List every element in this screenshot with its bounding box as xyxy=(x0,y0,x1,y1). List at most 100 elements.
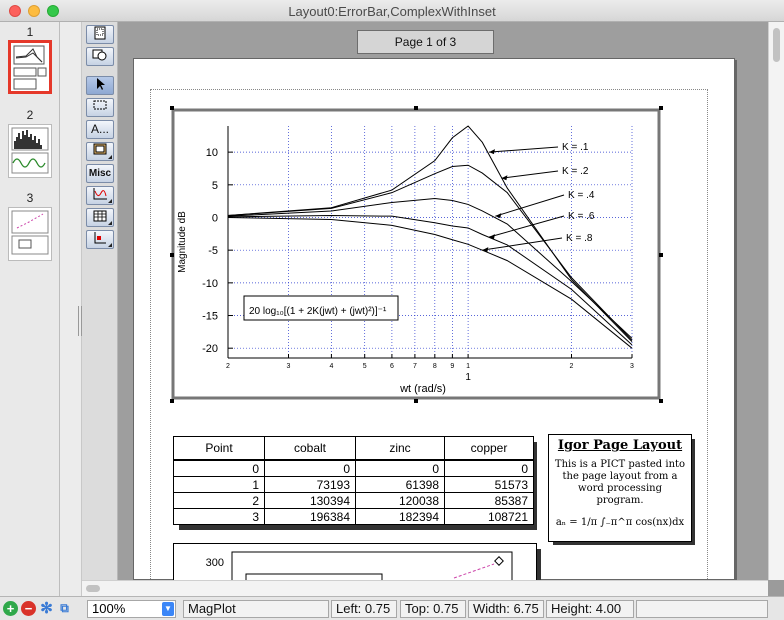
marquee-tool-button[interactable] xyxy=(86,98,114,117)
graph-icon xyxy=(93,188,107,200)
table-cell: 73193 xyxy=(264,476,356,493)
remove-page-button[interactable]: − xyxy=(21,601,36,616)
vertical-scrollbar[interactable] xyxy=(768,22,784,580)
table-cell: 120038 xyxy=(355,492,445,509)
marquee-icon xyxy=(93,100,107,110)
table-cell: 0 xyxy=(355,459,445,477)
horizontal-scroll-thumb[interactable] xyxy=(86,585,100,592)
graph2-y-tick: 300 xyxy=(206,557,224,569)
selection-handle-br[interactable] xyxy=(659,399,663,403)
page-options-icon[interactable]: ⧉ xyxy=(57,601,72,616)
notebox-title: Igor Page Layout xyxy=(557,438,683,453)
axis-tool-button[interactable] xyxy=(86,230,114,249)
table-cell: 61398 xyxy=(355,476,445,493)
x-tick-label: 2 xyxy=(570,363,574,370)
frame-icon xyxy=(93,143,107,155)
series-label: K = .8 xyxy=(566,233,593,244)
page-number-1: 1 xyxy=(26,25,34,39)
table-cell: 1 xyxy=(173,476,265,493)
page-indicator: Page 1 of 3 xyxy=(357,30,494,54)
column-header-point: Point xyxy=(173,436,265,461)
selection-handle-l[interactable] xyxy=(170,253,174,257)
data-table[interactable]: Point cobalt zinc copper 0 0 0 0 1 73193… xyxy=(173,436,535,526)
page-thumbnails-panel: 1 2 3 xyxy=(0,22,60,596)
window-title: Layout0:ErrorBar,ComplexWithInset xyxy=(288,4,496,19)
x-major-label: 1 xyxy=(465,372,471,383)
table-row: 2 130394 120038 85387 xyxy=(173,492,534,509)
y-tick-label: 0 xyxy=(212,212,218,224)
x-tick-label: 4 xyxy=(329,363,333,370)
y-tick-label: 5 xyxy=(212,180,218,192)
table-row: 3 196384 182394 108721 xyxy=(173,508,534,525)
pict-notebox[interactable]: Igor Page Layout This is a PICT pasted i… xyxy=(548,434,692,542)
selection-handle-r[interactable] xyxy=(659,253,663,257)
series-label: K = .4 xyxy=(568,190,595,201)
table-tool-button[interactable] xyxy=(86,208,114,227)
column-header-zinc: zinc xyxy=(355,436,445,461)
table-cell: 182394 xyxy=(355,508,445,525)
table-cell: 0 xyxy=(264,459,356,477)
x-tick-label: 7 xyxy=(413,363,417,370)
graph-tool-button[interactable] xyxy=(86,186,114,205)
selection-handle-bl[interactable] xyxy=(170,399,174,403)
table-cell: 130394 xyxy=(264,492,356,509)
axis-icon xyxy=(94,232,106,244)
page-number-3: 3 xyxy=(26,191,34,205)
page-thumbnail-3[interactable] xyxy=(8,207,52,261)
vertical-scroll-thumb[interactable] xyxy=(773,28,780,62)
x-tick-label: 6 xyxy=(390,363,394,370)
selection-handle-t[interactable] xyxy=(414,106,418,110)
selection-handle-tl[interactable] xyxy=(170,106,174,110)
table-cell: 196384 xyxy=(264,508,356,525)
misc-tool-button[interactable]: Misc xyxy=(86,164,114,183)
table-row: 0 0 0 0 xyxy=(173,459,534,477)
magplot-graph[interactable]: 2 3 4 5 6 7 8 9 1 2 3 1 10 5 0 -5 -10 -15 -20 K = .1 K = .2… xyxy=(170,106,664,404)
y-tick-label: -20 xyxy=(202,343,218,355)
page-setup-tool-button[interactable] xyxy=(86,25,114,44)
y-tick-label: -5 xyxy=(208,245,218,257)
column-header-cobalt: cobalt xyxy=(264,436,356,461)
graph-frame xyxy=(171,108,661,400)
table-cell: 2 xyxy=(173,492,265,509)
table-cell: 85387 xyxy=(444,492,534,509)
width-field[interactable]: Width: 6.75 xyxy=(468,600,544,618)
page-icon xyxy=(94,26,106,40)
x-tick-label: 3 xyxy=(630,363,634,370)
arrow-tool-button[interactable] xyxy=(86,76,114,95)
pointer-arrow-icon xyxy=(97,78,105,90)
object-name-field[interactable]: MagPlot xyxy=(183,600,329,618)
table-row: 1 73193 61398 51573 xyxy=(173,476,534,493)
notebox-body: This is a PICT pasted into the page layo… xyxy=(554,459,686,506)
status-bar: + − ✻ ⧉ 100% ▼ MagPlot Left: 0.75 Top: 0… xyxy=(0,596,784,620)
x-tick-label: 2 xyxy=(226,363,230,370)
series-label: K = .1 xyxy=(562,142,589,153)
x-tick-label: 5 xyxy=(363,363,367,370)
table-icon xyxy=(93,210,107,222)
height-field[interactable]: Height: 4.00 xyxy=(546,600,634,618)
y-axis-title: Magnitude dB xyxy=(177,211,188,273)
x-axis-title: wt (rad/s) xyxy=(399,383,446,395)
notebox-formula: aₙ = 1/π ∫₋π^π cos(nx)dx xyxy=(555,517,685,528)
table-header-row: Point cobalt zinc copper xyxy=(173,436,534,461)
table-cell: 3 xyxy=(173,508,265,525)
frame-tool-button[interactable] xyxy=(86,47,114,66)
text-tool-button[interactable]: A... xyxy=(86,120,114,139)
table-cell: 51573 xyxy=(444,476,534,493)
title-bar: Layout0:ErrorBar,ComplexWithInset xyxy=(0,0,784,22)
selection-handle-tr[interactable] xyxy=(659,106,663,110)
tool-palette: A... Misc xyxy=(82,22,118,596)
color-frame-tool-button[interactable] xyxy=(86,142,114,161)
page-thumbnail-2[interactable] xyxy=(8,124,52,178)
selection-handle-b[interactable] xyxy=(414,399,418,403)
table-cell: 108721 xyxy=(444,508,534,525)
y-tick-label: 10 xyxy=(206,147,218,159)
top-field[interactable]: Top: 0.75 xyxy=(400,600,466,618)
add-page-button[interactable]: + xyxy=(3,601,18,616)
page-thumbnail-1[interactable] xyxy=(8,40,52,94)
horizontal-scrollbar[interactable] xyxy=(82,580,768,596)
gear-icon[interactable]: ✻ xyxy=(39,601,54,616)
series-label: K = .2 xyxy=(562,166,589,177)
shapes-icon xyxy=(92,49,107,61)
zoom-select[interactable]: 100% ▼ xyxy=(87,600,176,618)
left-field[interactable]: Left: 0.75 xyxy=(331,600,397,618)
